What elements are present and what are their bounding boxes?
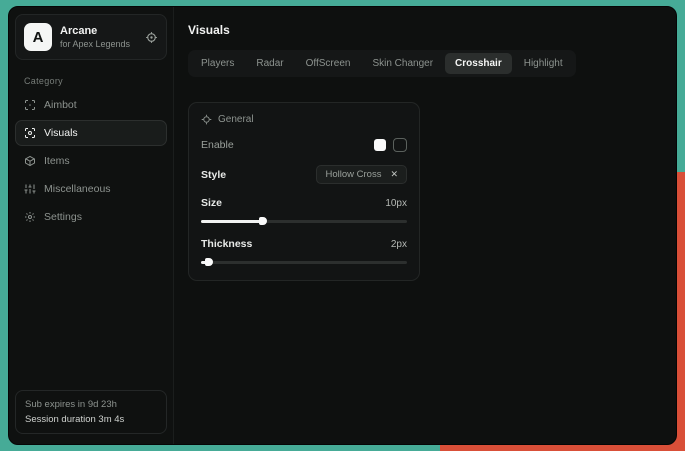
subscription-info-card: Sub expires in 9d 23h Session duration 3… xyxy=(15,390,167,434)
sidebar-item-miscellaneous[interactable]: Miscellaneous xyxy=(15,176,167,202)
slider-fill xyxy=(201,220,263,223)
target-icon[interactable] xyxy=(145,31,158,44)
tab-players[interactable]: Players xyxy=(191,53,244,74)
sidebar-item-items[interactable]: Items xyxy=(15,148,167,174)
sidebar: A Arcane for Apex Legends Category xyxy=(9,7,174,444)
app-subtitle: for Apex Legends xyxy=(60,38,137,50)
tab-offscreen[interactable]: OffScreen xyxy=(296,53,361,74)
panel-title: General xyxy=(218,114,254,125)
tab-skin-changer[interactable]: Skin Changer xyxy=(362,53,443,74)
enable-label: Enable xyxy=(201,139,234,151)
crosshair-icon xyxy=(24,99,36,111)
slider-track xyxy=(201,261,407,264)
sidebar-item-label: Miscellaneous xyxy=(44,183,111,195)
style-row: Style Hollow Cross ✕ xyxy=(201,165,407,184)
app-window: A Arcane for Apex Legends Category xyxy=(8,6,677,445)
sidebar-item-label: Visuals xyxy=(44,127,78,139)
sidebar-item-visuals[interactable]: Visuals xyxy=(15,120,167,146)
app-header-card: A Arcane for Apex Legends xyxy=(15,14,167,60)
box-icon xyxy=(24,155,36,167)
tab-bar: Players Radar OffScreen Skin Changer Cro… xyxy=(188,50,576,77)
tab-radar[interactable]: Radar xyxy=(246,53,293,74)
app-logo: A xyxy=(24,23,52,51)
thickness-label: Thickness xyxy=(201,238,252,250)
size-slider-thumb[interactable] xyxy=(259,217,267,225)
style-label: Style xyxy=(201,169,226,181)
size-row: Size 10px xyxy=(201,197,407,209)
thickness-row: Thickness 2px xyxy=(201,238,407,250)
enable-row: Enable xyxy=(201,138,407,152)
size-slider[interactable] xyxy=(201,217,407,225)
sidebar-nav: Aimbot Visuals Items xyxy=(15,92,167,230)
app-name: Arcane xyxy=(60,25,137,38)
style-select[interactable]: Hollow Cross ✕ xyxy=(316,165,407,184)
category-label: Category xyxy=(24,76,167,86)
remove-style-icon[interactable]: ✕ xyxy=(390,170,398,179)
style-value: Hollow Cross xyxy=(325,169,381,180)
main-content: Visuals Players Radar OffScreen Skin Cha… xyxy=(174,7,676,444)
sidebar-item-label: Settings xyxy=(44,211,82,223)
sidebar-item-settings[interactable]: Settings xyxy=(15,204,167,230)
size-label: Size xyxy=(201,197,222,209)
tab-crosshair[interactable]: Crosshair xyxy=(445,53,512,74)
sidebar-item-label: Aimbot xyxy=(44,99,77,111)
app-titles: Arcane for Apex Legends xyxy=(60,25,137,50)
general-panel: General Enable Style Hollow Cross ✕ xyxy=(188,102,420,281)
thickness-slider-thumb[interactable] xyxy=(205,258,213,266)
color-swatch[interactable] xyxy=(374,139,386,151)
enable-checkbox[interactable] xyxy=(393,138,407,152)
sliders-icon xyxy=(24,183,36,195)
sidebar-item-aimbot[interactable]: Aimbot xyxy=(15,92,167,118)
session-duration-text: Session duration 3m 4s xyxy=(25,414,157,425)
eye-icon xyxy=(24,127,36,139)
sidebar-item-label: Items xyxy=(44,155,70,167)
tab-highlight[interactable]: Highlight xyxy=(514,53,573,74)
general-crosshair-icon xyxy=(201,114,212,125)
panel-header: General xyxy=(201,114,407,125)
page-title: Visuals xyxy=(188,23,662,37)
thickness-slider[interactable] xyxy=(201,258,407,266)
sub-expires-text: Sub expires in 9d 23h xyxy=(25,399,157,410)
size-value: 10px xyxy=(385,198,407,209)
thickness-value: 2px xyxy=(391,239,407,250)
gear-icon xyxy=(24,211,36,223)
